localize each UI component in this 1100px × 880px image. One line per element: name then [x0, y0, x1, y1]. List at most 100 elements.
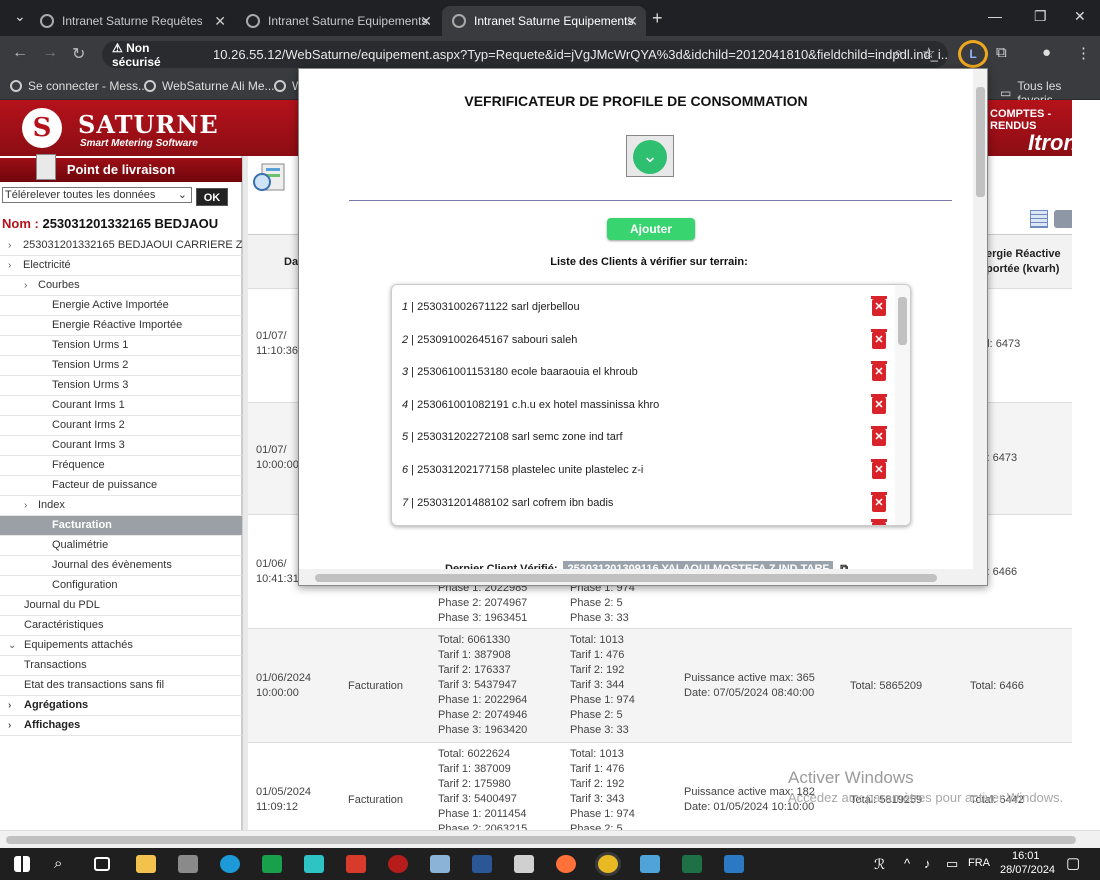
back-icon[interactable]: ←	[12, 44, 28, 62]
delete-icon[interactable]: ✕	[871, 361, 887, 382]
sidebar-item[interactable]: › Index	[0, 496, 242, 516]
menu-dots-icon[interactable]: ⋮	[1076, 44, 1091, 62]
scroll-thumb[interactable]	[6, 836, 1076, 844]
speaker-icon[interactable]: ♪	[924, 856, 931, 871]
app-icon[interactable]	[262, 855, 282, 873]
sidebar-item[interactable]: Tension Urms 2	[0, 356, 242, 376]
app-icon[interactable]	[430, 855, 450, 873]
list-item[interactable]: 7 | 253031201488102 sarl cofrem ibn badi…	[402, 493, 872, 513]
chevron-right-icon[interactable]: ›	[24, 496, 27, 515]
bookmark-item[interactable]: Se connecter - Mess...	[10, 79, 148, 93]
people-icon[interactable]: ℛ	[874, 856, 885, 873]
delete-icon[interactable]: ✕	[871, 296, 887, 316]
sidebar-item[interactable]: Caractéristiques	[0, 616, 242, 636]
sidebar-item[interactable]: Energie Réactive Importée	[0, 316, 242, 336]
list-scrollbar[interactable]	[895, 285, 910, 525]
app-icon[interactable]	[304, 855, 324, 873]
export-table-icon[interactable]	[1030, 210, 1048, 228]
chevron-right-icon[interactable]: ›	[8, 256, 11, 275]
chevron-right-icon[interactable]: ›	[8, 696, 11, 715]
list-item[interactable]: 2 | 253091002645167 sabouri saleh	[402, 330, 872, 350]
sidebar-item[interactable]: Tension Urms 1	[0, 336, 242, 356]
chrome-icon[interactable]	[598, 855, 618, 873]
sidebar-item[interactable]: Etat des transactions sans fil	[0, 676, 242, 696]
scroll-thumb[interactable]	[898, 297, 907, 345]
action-select[interactable]: Télérelever toutes les données ⌄	[2, 187, 192, 203]
list-item[interactable]: 5 | 253031202272108 sarl semc zone ind t…	[402, 427, 872, 447]
browser-tab[interactable]: Intranet Saturne Equipements ✕	[236, 6, 440, 36]
delete-icon[interactable]: ✕	[871, 426, 887, 447]
sidebar-item[interactable]: Transactions	[0, 656, 242, 676]
bookmark-item[interactable]: WebSaturne Ali Me...	[144, 79, 275, 93]
chevron-right-icon[interactable]: ›	[24, 276, 27, 295]
report-icon[interactable]	[252, 162, 288, 194]
app-icon[interactable]	[640, 855, 660, 873]
modal-vertical-scrollbar[interactable]	[973, 69, 987, 585]
forward-icon[interactable]: →	[42, 44, 58, 62]
app-icon[interactable]	[346, 855, 366, 873]
store-icon[interactable]	[178, 855, 198, 873]
bookmark-star-icon[interactable]: ☆	[922, 44, 935, 62]
chevron-down-icon[interactable]: ⌄	[8, 636, 16, 655]
sidebar-item[interactable]: Journal du PDL	[0, 596, 242, 616]
browser-tab-active[interactable]: Intranet Saturne Equipements ✕	[442, 6, 646, 36]
not-secure-badge[interactable]: ⚠ Non sécurisé	[112, 41, 201, 69]
modal-horizontal-scrollbar[interactable]	[299, 569, 973, 585]
sidebar-item[interactable]: Courant Irms 1	[0, 396, 242, 416]
expand-button[interactable]: ⌄	[626, 135, 674, 177]
browser-tab[interactable]: Intranet Saturne Requêtes et St ✕	[30, 6, 234, 36]
scroll-thumb[interactable]	[315, 574, 937, 582]
network-icon[interactable]: ▭	[946, 856, 958, 872]
sidebar-item[interactable]: › Affichages	[0, 716, 242, 736]
extensions-puzzle-icon[interactable]: ⧉	[996, 44, 1007, 61]
page-scrollbar[interactable]	[1072, 100, 1100, 832]
extension-icon[interactable]: L	[958, 40, 988, 68]
table-row[interactable]: 01/06/2024 10:00:00 Facturation Total: 6…	[248, 629, 1072, 743]
url-field[interactable]: ⚠ Non sécurisé 10.26.55.12/WebSaturne/eq…	[102, 41, 948, 69]
delete-icon[interactable]	[871, 519, 887, 525]
sidebar-item[interactable]: Facteur de puissance	[0, 476, 242, 496]
clock-time[interactable]: 16:01	[1012, 850, 1040, 862]
sidebar-item[interactable]: › Courbes	[0, 276, 242, 296]
sidebar-item[interactable]: Qualimétrie	[0, 536, 242, 556]
edge-icon[interactable]	[220, 855, 240, 873]
sidebar-item[interactable]: Courant Irms 3	[0, 436, 242, 456]
sidebar-item[interactable]: Courant Irms 2	[0, 416, 242, 436]
chevron-up-icon[interactable]: ^	[904, 856, 910, 871]
search-icon[interactable]: ⌕	[54, 855, 74, 873]
language-indicator[interactable]: FRA	[968, 857, 990, 869]
ok-button[interactable]: OK	[196, 188, 228, 206]
zoom-icon[interactable]: ⌕	[894, 44, 902, 61]
list-item[interactable]: 3 | 253061001153180 ecole baaraouia el k…	[402, 362, 872, 382]
sidebar-item[interactable]: Tension Urms 3	[0, 376, 242, 396]
excel-icon[interactable]	[682, 855, 702, 873]
sidebar-item[interactable]: › 253031201332165 BEDJAOUI CARRIERE Z.IND	[0, 236, 242, 256]
delete-icon[interactable]: ✕	[871, 491, 887, 512]
sidebar-item[interactable]: Facturation	[0, 516, 242, 536]
sidebar-item[interactable]: Journal des évènements	[0, 556, 242, 576]
app-icon[interactable]	[388, 855, 408, 873]
reload-icon[interactable]: ↻	[72, 44, 85, 64]
sidebar-item[interactable]: ⌄ Equipements attachés	[0, 636, 242, 656]
clock-date[interactable]: 28/07/2024	[1000, 864, 1055, 876]
new-tab-icon[interactable]: +	[652, 8, 663, 29]
task-view-icon[interactable]	[94, 857, 110, 871]
list-item[interactable]: 6 | 253031202177158 plastelec unite plas…	[402, 460, 872, 480]
list-item[interactable]: 4 | 253061001082191 c.h.u ex hotel massi…	[402, 395, 872, 415]
minimize-icon[interactable]: —	[988, 8, 1002, 24]
print-icon[interactable]	[1054, 210, 1074, 228]
app-icon[interactable]	[724, 855, 744, 873]
sidebar-item[interactable]: › Electricité	[0, 256, 242, 276]
delete-icon[interactable]: ✕	[871, 393, 887, 414]
notification-icon[interactable]: ▢	[1066, 854, 1080, 872]
chevron-right-icon[interactable]: ›	[8, 236, 11, 255]
close-tab-icon[interactable]: ✕	[214, 13, 226, 30]
delete-icon[interactable]: ✕	[871, 459, 887, 479]
client-list[interactable]: 1 | 253031002671122 sarl djerbellou ✕ 2 | …	[391, 284, 911, 526]
tab-search-icon[interactable]: ⌄	[14, 8, 26, 25]
word-icon[interactable]	[472, 855, 492, 873]
sidebar-item[interactable]: Energie Active Importée	[0, 296, 242, 316]
calculator-icon[interactable]	[514, 855, 534, 873]
delete-icon[interactable]: ✕	[871, 328, 887, 349]
close-tab-icon[interactable]: ✕	[626, 13, 638, 30]
